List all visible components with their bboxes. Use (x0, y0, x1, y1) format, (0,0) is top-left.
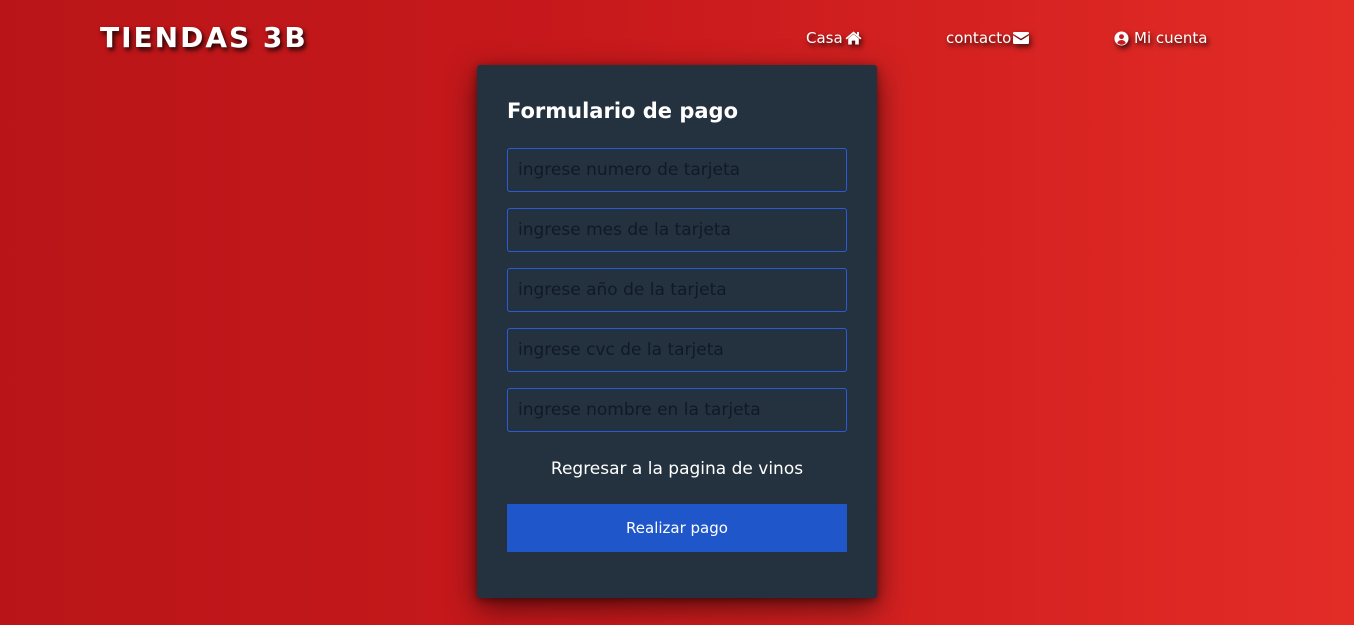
nav-contact-link[interactable]: contacto (946, 28, 1030, 48)
card-number-input[interactable] (507, 148, 847, 192)
nav-home-label: Casa (806, 29, 843, 47)
card-cvc-input[interactable] (507, 328, 847, 372)
nav-account-label: Mi cuenta (1134, 29, 1208, 47)
payment-form-card: Formulario de pago Regresar a la pagina … (477, 65, 877, 598)
brand-logo[interactable]: TIENDAS 3B (100, 20, 308, 56)
form-title: Formulario de pago (507, 99, 739, 123)
envelope-icon (1013, 32, 1030, 44)
nav-account-link[interactable]: Mi cuenta (1114, 28, 1207, 48)
user-circle-icon (1114, 30, 1129, 46)
nav-contact-label: contacto (946, 29, 1012, 47)
back-to-wines-link[interactable]: Regresar a la pagina de vinos (507, 457, 847, 481)
nav-home-link[interactable]: Casa (806, 28, 862, 48)
submit-payment-button[interactable]: Realizar pago (507, 504, 847, 552)
home-icon (845, 31, 862, 45)
card-name-input[interactable] (507, 388, 847, 432)
card-month-input[interactable] (507, 208, 847, 252)
card-year-input[interactable] (507, 268, 847, 312)
